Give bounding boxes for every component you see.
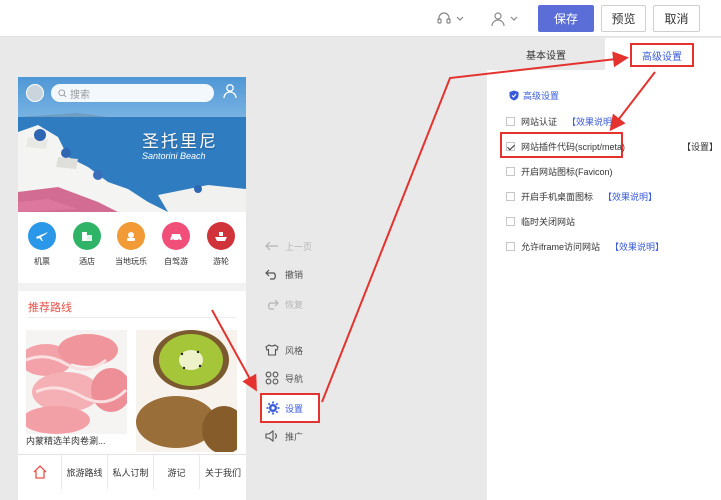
category-cruise[interactable]: 游轮 <box>202 222 240 267</box>
tool-redo[interactable]: 恢复 <box>265 294 303 314</box>
effect-explain-link[interactable]: 【效果说明】 <box>567 115 621 128</box>
tool-prev-page[interactable]: 上一页 <box>265 236 312 256</box>
speaker-icon <box>265 430 277 442</box>
nav-travelogue[interactable]: 游记 <box>154 455 200 489</box>
shield-icon <box>509 90 519 101</box>
fun-icon <box>117 222 145 250</box>
option-site-verification: 网站认证 【效果说明】 <box>506 115 621 128</box>
category-hotel[interactable]: 酒店 <box>68 222 106 267</box>
tool-promote[interactable]: 推广 <box>265 426 303 446</box>
phone-preview: 搜索 圣托里尼 Santorini Beach 机票 酒店 当地玩乐 自驾游 游… <box>18 77 246 500</box>
arrow-left-icon <box>265 241 278 251</box>
ship-icon <box>207 222 235 250</box>
hero-subtitle: Santorini Beach <box>142 151 206 161</box>
car-icon <box>162 222 190 250</box>
allow-iframe-checkbox[interactable] <box>506 242 515 251</box>
tool-navigation[interactable]: 导航 <box>265 368 303 388</box>
redo-icon <box>268 299 279 310</box>
favicon-checkbox[interactable] <box>506 167 515 176</box>
avatar[interactable] <box>26 84 44 102</box>
chevron-down-icon <box>510 16 518 21</box>
category-self-drive[interactable]: 自驾游 <box>157 222 195 267</box>
divider <box>28 317 236 318</box>
advanced-section-title: 高级设置 <box>509 89 559 102</box>
nav-custom[interactable]: 私人订制 <box>108 455 154 489</box>
hotel-icon <box>73 222 101 250</box>
tool-style[interactable]: 风格 <box>265 340 303 360</box>
divider <box>18 283 246 291</box>
nav-home[interactable] <box>18 455 62 489</box>
kiwi-image <box>136 330 237 452</box>
search-icon <box>58 88 67 97</box>
tool-undo[interactable]: 撤销 <box>265 264 303 284</box>
phone-bottom-nav: 旅游路线 私人订制 游记 关于我们 <box>18 454 246 489</box>
hero-title: 圣托里尼 <box>142 132 218 152</box>
mobile-desktop-icon-checkbox[interactable] <box>506 192 515 201</box>
effect-explain-link[interactable]: 【效果说明】 <box>603 190 657 203</box>
plugin-code-checkbox[interactable] <box>506 142 515 151</box>
option-mobile-desktop-icon: 开启手机桌面图标 【效果说明】 <box>506 190 657 203</box>
settings-panel: 基本设置 <box>487 38 721 500</box>
nav-routes[interactable]: 旅游路线 <box>62 455 108 489</box>
category-flight[interactable]: 机票 <box>23 222 61 267</box>
plane-icon <box>28 222 56 250</box>
option-plugin-code: 网站插件代码(script/meta) <box>506 140 625 153</box>
user-icon <box>491 12 505 27</box>
phone-search-bar: 搜索 <box>26 82 238 104</box>
top-bar: 保存 预览 取消 <box>0 0 721 37</box>
route-card-kiwi[interactable] <box>136 330 237 452</box>
undo-icon <box>265 269 276 280</box>
headset-icon <box>437 12 451 24</box>
route-card-caption: 内蒙精选羊肉卷涮... <box>26 436 106 446</box>
option-close-site: 临时关闭网站 <box>506 215 575 228</box>
support-menu[interactable] <box>436 9 466 29</box>
recommend-title: 推荐路线 <box>28 302 72 314</box>
tool-settings[interactable]: 设置 <box>260 393 320 423</box>
chevron-down-icon <box>456 16 464 21</box>
tab-advanced-settings[interactable]: 高级设置 <box>630 43 694 67</box>
preview-button[interactable]: 预览 <box>601 5 646 32</box>
close-site-checkbox[interactable] <box>506 217 515 226</box>
site-verification-checkbox[interactable] <box>506 117 515 126</box>
option-allow-iframe: 允许iframe访问网站 【效果说明】 <box>506 240 664 253</box>
tab-basic-settings[interactable]: 基本设置 <box>487 38 605 70</box>
cancel-button[interactable]: 取消 <box>653 5 700 32</box>
lamb-roll-image <box>26 330 127 434</box>
gear-icon <box>266 401 280 415</box>
account-menu[interactable] <box>490 9 520 29</box>
search-placeholder: 搜索 <box>70 89 90 101</box>
home-icon <box>33 465 46 479</box>
hero-banner: 搜索 圣托里尼 Santorini Beach <box>18 77 246 212</box>
grid-icon <box>265 371 279 385</box>
category-local-fun[interactable]: 当地玩乐 <box>112 222 150 267</box>
category-row: 机票 酒店 当地玩乐 自驾游 游轮 <box>18 222 246 282</box>
nav-about[interactable]: 关于我们 <box>200 455 246 489</box>
save-button[interactable]: 保存 <box>538 5 594 32</box>
user-icon[interactable] <box>223 83 237 99</box>
shirt-icon <box>265 344 279 356</box>
option-favicon: 开启网站图标(Favicon) <box>506 165 613 178</box>
phone-search-input[interactable]: 搜索 <box>51 84 214 102</box>
effect-explain-link[interactable]: 【效果说明】 <box>610 240 664 253</box>
plugin-code-setting-link[interactable]: 【设置】 <box>682 140 718 153</box>
